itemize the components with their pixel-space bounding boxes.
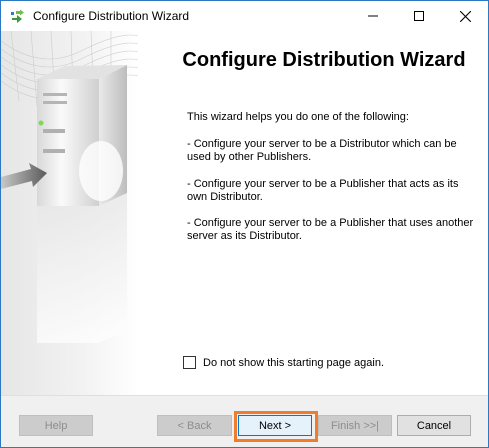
close-icon: [459, 10, 471, 22]
page-heading: Configure Distribution Wizard: [182, 49, 466, 71]
intro-text: This wizard helps you do one of the foll…: [187, 111, 409, 123]
title-bar: Configure Distribution Wizard: [1, 1, 488, 31]
footer-divider: [1, 395, 488, 396]
minimize-icon: [368, 15, 378, 17]
back-button[interactable]: < Back: [157, 415, 232, 436]
option-text: - Configure your server to be a Distribu…: [187, 138, 457, 163]
minimize-button[interactable]: [350, 1, 396, 31]
skip-start-page-checkbox[interactable]: [183, 356, 196, 369]
cancel-button[interactable]: Cancel: [397, 415, 471, 436]
wizard-arrows-icon: [10, 9, 26, 25]
window-title: Configure Distribution Wizard: [33, 9, 190, 23]
finish-button[interactable]: Finish >>|: [318, 415, 392, 436]
option-text: - Configure your server to be a Publishe…: [187, 178, 459, 203]
wizard-window: Configure Distribution Wizard Configure …: [0, 0, 489, 448]
close-button[interactable]: [442, 1, 488, 31]
option-text: - Configure your server to be a Publishe…: [187, 217, 474, 242]
help-button[interactable]: Help: [19, 415, 93, 436]
skip-start-page-option[interactable]: Do not show this starting page again.: [183, 356, 384, 369]
server-tower-illustration: [1, 31, 138, 395]
maximize-button[interactable]: [396, 1, 442, 31]
skip-start-page-label: Do not show this starting page again.: [203, 356, 385, 369]
next-button[interactable]: Next >: [238, 415, 312, 436]
maximize-icon: [414, 11, 424, 21]
wizard-body: Configure Distribution Wizard This wizar…: [1, 31, 488, 395]
